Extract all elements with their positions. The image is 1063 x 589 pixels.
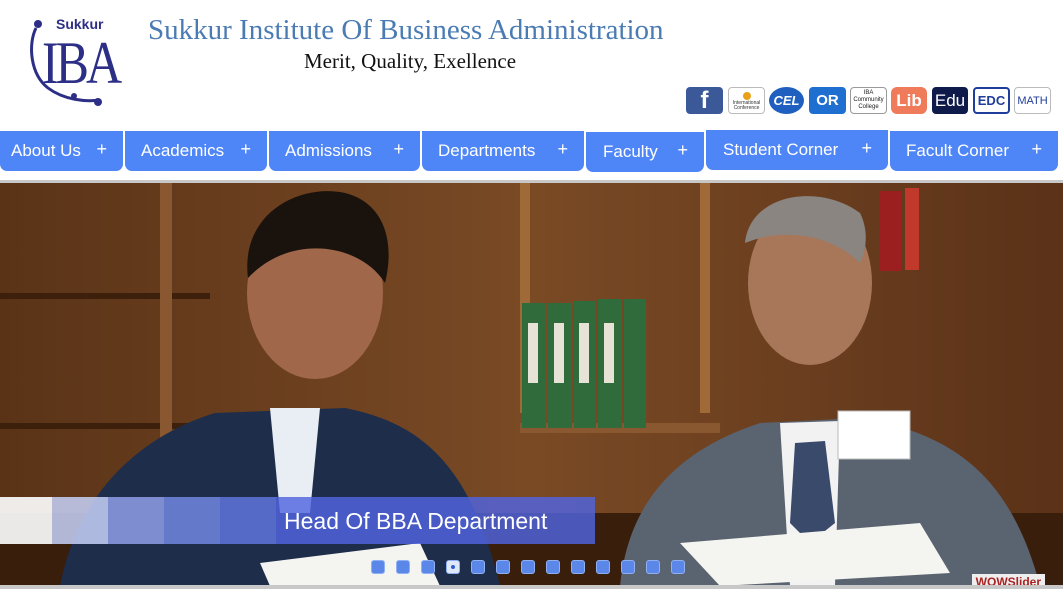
nav-label: Faculty bbox=[603, 142, 658, 161]
caption-fade-segment bbox=[52, 497, 108, 544]
slide-bullet[interactable] bbox=[446, 560, 460, 574]
nav-faculty[interactable]: Faculty + bbox=[586, 132, 704, 172]
slide-bullet[interactable] bbox=[596, 560, 610, 574]
expand-plus-icon[interactable]: + bbox=[1031, 139, 1042, 160]
international-conference-icon[interactable]: International Conference bbox=[728, 87, 765, 114]
slide-bullet[interactable] bbox=[396, 560, 410, 574]
slide-bullet[interactable] bbox=[671, 560, 685, 574]
nav-label: Departments bbox=[438, 141, 536, 160]
nav-label: Academics bbox=[141, 141, 225, 160]
slide-bullet[interactable] bbox=[496, 560, 510, 574]
main-nav: About Us + Academics + Admissions + Depa… bbox=[0, 130, 1063, 173]
nav-label: Facult Corner bbox=[906, 141, 1009, 160]
caption-fade-segment bbox=[108, 497, 164, 544]
nav-admissions[interactable]: Admissions + bbox=[269, 131, 420, 171]
slider-bottom-border bbox=[0, 585, 1063, 589]
library-icon[interactable]: Lib bbox=[891, 87, 927, 114]
slide-bullet[interactable] bbox=[371, 560, 385, 574]
nav-student-corner[interactable]: Student Corner + bbox=[706, 130, 888, 170]
site-logo[interactable]: Sukkur IBA bbox=[26, 14, 122, 110]
nav-about-us[interactable]: About Us + bbox=[0, 131, 123, 171]
slide-bullet[interactable] bbox=[521, 560, 535, 574]
community-college-icon[interactable]: IBA Community College bbox=[850, 87, 887, 114]
nav-label: About Us bbox=[11, 141, 81, 160]
site-title: Sukkur Institute Of Business Administrat… bbox=[148, 14, 664, 46]
site-motto: Merit, Quality, Exellence bbox=[304, 49, 517, 73]
nav-label: Admissions bbox=[285, 141, 372, 160]
slide-bullet[interactable] bbox=[421, 560, 435, 574]
cel-icon[interactable]: CEL bbox=[769, 87, 804, 114]
edu-icon[interactable]: Edu bbox=[932, 87, 968, 114]
slide-bullet[interactable] bbox=[471, 560, 485, 574]
image-slider[interactable]: Head Of BBA Department WOWSlider bbox=[0, 183, 1063, 586]
slide-bullet[interactable] bbox=[621, 560, 635, 574]
caption-fade-segment bbox=[164, 497, 220, 544]
expand-plus-icon[interactable]: + bbox=[677, 140, 688, 161]
caption-fade-segment bbox=[220, 497, 276, 544]
expand-plus-icon[interactable]: + bbox=[557, 139, 568, 160]
nav-departments[interactable]: Departments + bbox=[422, 131, 584, 171]
nav-facult-corner[interactable]: Facult Corner + bbox=[890, 131, 1058, 171]
expand-plus-icon[interactable]: + bbox=[393, 139, 404, 160]
slide-bullet[interactable] bbox=[646, 560, 660, 574]
edc-icon[interactable]: EDC bbox=[973, 87, 1010, 114]
caption-fade-segment bbox=[0, 497, 52, 544]
expand-plus-icon[interactable]: + bbox=[861, 138, 872, 159]
slide-caption: Head Of BBA Department bbox=[284, 508, 548, 534]
slide-bullet[interactable] bbox=[546, 560, 560, 574]
logo-big-text: IBA bbox=[42, 29, 122, 97]
expand-plus-icon[interactable]: + bbox=[240, 139, 251, 160]
nav-academics[interactable]: Academics + bbox=[125, 131, 267, 171]
slide-bullet[interactable] bbox=[571, 560, 585, 574]
math-icon[interactable]: MATH bbox=[1014, 87, 1051, 114]
facebook-icon[interactable]: f bbox=[686, 87, 723, 114]
expand-plus-icon[interactable]: + bbox=[96, 139, 107, 160]
conference-sun-icon bbox=[742, 91, 751, 100]
nav-label: Student Corner bbox=[723, 140, 839, 159]
cor-icon[interactable]: OR bbox=[809, 87, 846, 114]
